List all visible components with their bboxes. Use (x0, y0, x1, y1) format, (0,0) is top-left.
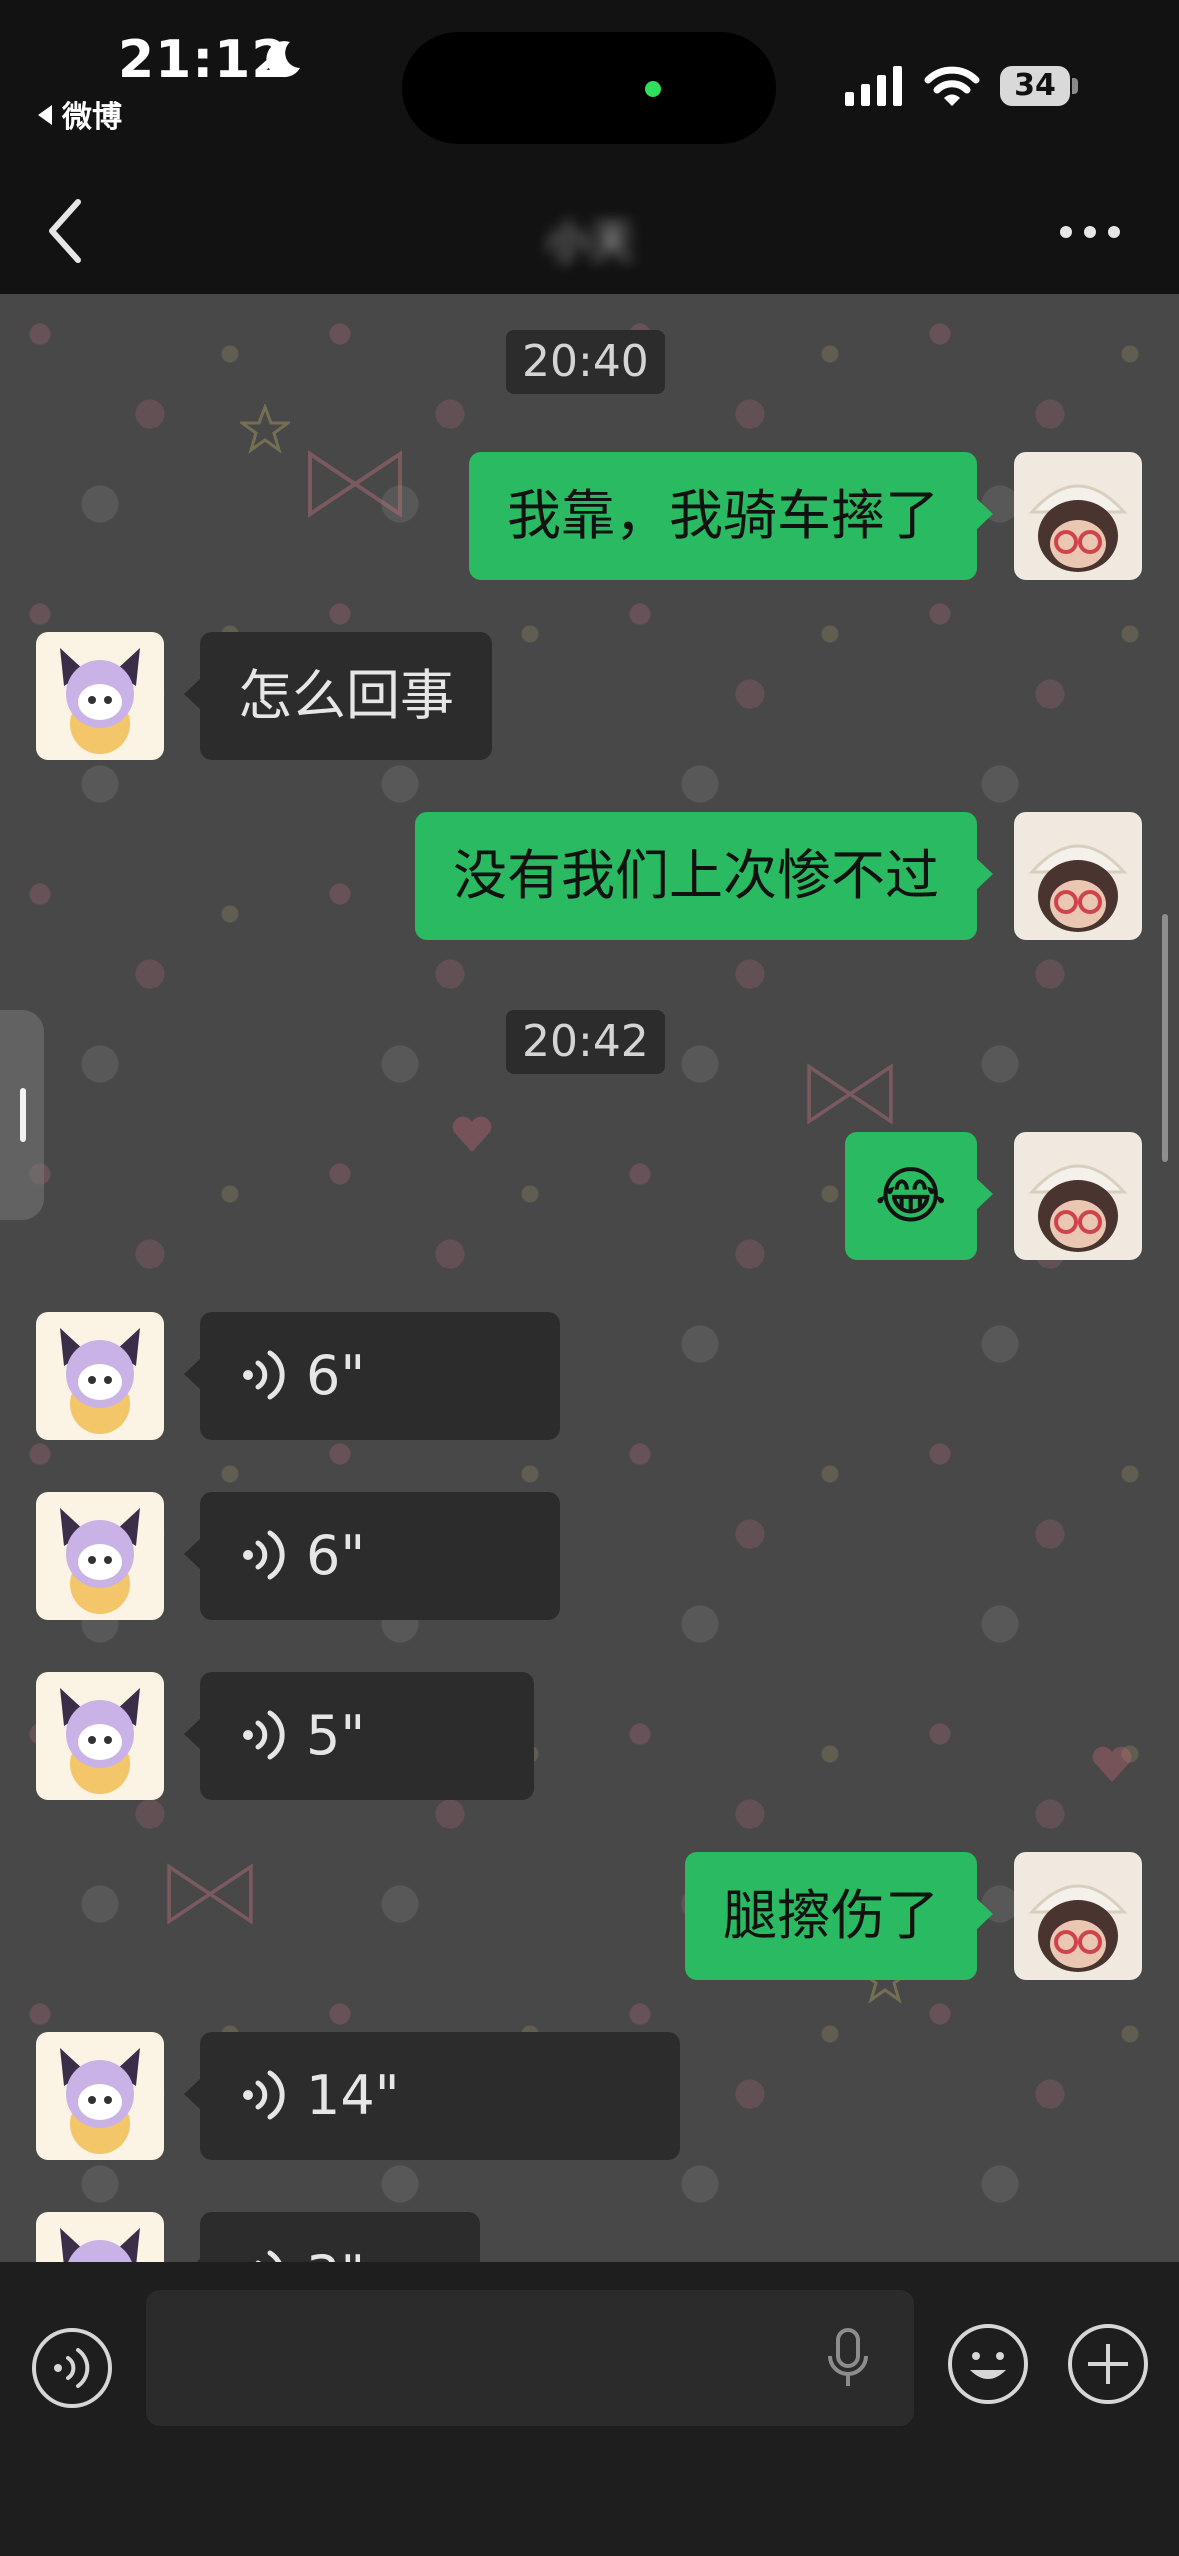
bow-decoration-icon (308, 450, 402, 518)
chat-timestamp: 20:42 (506, 1010, 665, 1074)
chat-message-list[interactable]: 20:40 我靠，我骑车摔了 怎么回事 没有我们上次惨不过 20:42 😂 6"… (0, 294, 1179, 2262)
voice-input-icon[interactable] (30, 2326, 114, 2410)
chat-header: 小天 (0, 170, 1179, 294)
voice-duration: 3" (306, 2244, 365, 2262)
chat-timestamp: 20:40 (506, 330, 665, 394)
outgoing-text-message[interactable]: 没有我们上次惨不过 (415, 812, 993, 940)
emoji-icon[interactable] (946, 2322, 1030, 2406)
contact-avatar[interactable] (36, 1312, 164, 1440)
voice-duration: 14" (306, 2064, 400, 2127)
my-avatar[interactable] (1014, 1132, 1142, 1260)
voice-wave-icon (243, 1710, 285, 1760)
cellular-signal-icon (845, 66, 902, 106)
bow-decoration-icon (167, 1863, 253, 1925)
back-app-label: 微博 (62, 100, 122, 135)
voice-duration: 6" (306, 1524, 366, 1587)
star-decoration-icon (240, 404, 290, 454)
status-bar: 21:12 微博 34 (0, 0, 1179, 170)
incoming-voice-message[interactable]: 6" (184, 1492, 560, 1620)
contact-avatar[interactable] (36, 2212, 164, 2262)
battery-indicator: 34 (1000, 66, 1070, 106)
handle-grip (20, 1088, 26, 1142)
contact-avatar[interactable] (36, 632, 164, 760)
outgoing-emoji-message[interactable]: 😂 (844, 1132, 994, 1260)
wifi-icon (924, 66, 980, 106)
outgoing-text-message[interactable]: 腿擦伤了 (685, 1852, 993, 1980)
plus-icon[interactable] (1066, 2322, 1150, 2406)
my-avatar[interactable] (1014, 452, 1142, 580)
voice-wave-icon (243, 2070, 285, 2120)
bow-decoration-icon (807, 1063, 893, 1125)
dynamic-island (402, 32, 776, 144)
back-to-app-link[interactable]: 微博 (38, 92, 122, 136)
side-drawer-handle[interactable] (0, 1010, 44, 1220)
incoming-text-message[interactable]: 怎么回事 (184, 632, 492, 760)
heart-decoration-icon (1092, 1746, 1132, 1782)
chat-scrollbar[interactable] (1162, 914, 1168, 1162)
outgoing-text-message[interactable]: 我靠，我骑车摔了 (469, 452, 993, 580)
moon-icon (266, 41, 300, 78)
incoming-voice-message[interactable]: 6" (184, 1312, 560, 1440)
voice-wave-icon (255, 2250, 282, 2262)
incoming-voice-message[interactable]: 5" (184, 1672, 534, 1800)
incoming-voice-message[interactable]: 3" (184, 2212, 480, 2262)
message-input[interactable] (146, 2290, 914, 2426)
camera-indicator-dot (645, 81, 661, 97)
voice-duration: 6" (306, 1344, 366, 1407)
contact-avatar[interactable] (36, 2032, 164, 2160)
my-avatar[interactable] (1014, 1852, 1142, 1980)
battery-nub (1072, 78, 1078, 94)
contact-avatar[interactable] (36, 1672, 164, 1800)
voice-duration: 5" (306, 1704, 366, 1767)
microphone-icon[interactable] (824, 2328, 872, 2390)
chevron-left-icon[interactable] (44, 196, 88, 266)
chat-title: 小天 (546, 217, 634, 268)
more-dots-icon[interactable] (1058, 220, 1122, 244)
back-triangle-icon (38, 105, 52, 125)
heart-decoration-icon (452, 1116, 492, 1152)
my-avatar[interactable] (1014, 812, 1142, 940)
voice-wave-icon (243, 1530, 285, 1580)
incoming-voice-message[interactable]: 14" (184, 2032, 680, 2160)
contact-avatar[interactable] (36, 1492, 164, 1620)
voice-wave-icon (243, 1350, 285, 1400)
